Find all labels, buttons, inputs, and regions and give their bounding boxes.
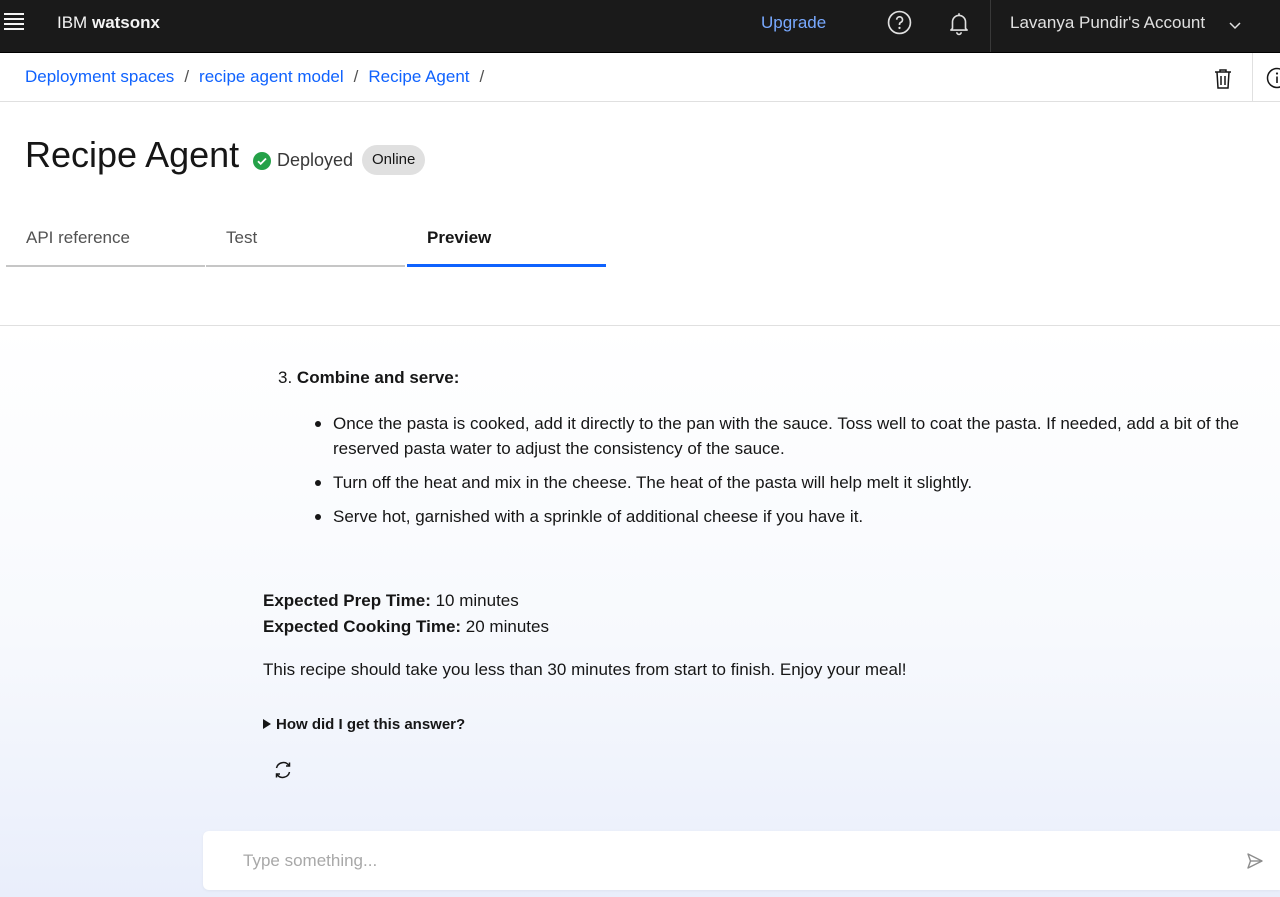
explain-answer-toggle[interactable]: How did I get this answer? (263, 716, 465, 733)
tab-label: Preview (427, 228, 492, 247)
send-icon[interactable] (1246, 852, 1264, 870)
breadcrumb-deployment-spaces[interactable]: Deployment spaces (25, 67, 174, 86)
step-heading: 3. Combine and serve: (278, 368, 459, 388)
tab-test[interactable]: Test (206, 228, 405, 267)
list-item: Turn off the heat and mix in the cheese.… (315, 470, 1265, 495)
step-number: 3. (278, 368, 293, 387)
time-summary: Expected Prep Time: 10 minutes Expected … (263, 588, 549, 640)
breadcrumb-recipe-agent-model[interactable]: recipe agent model (199, 67, 344, 86)
delete-icon[interactable] (1213, 68, 1233, 90)
cooking-time-value: 20 minutes (465, 617, 549, 636)
help-icon[interactable] (887, 10, 912, 35)
prep-time-value: 10 minutes (435, 591, 519, 610)
checkmark-filled-icon (253, 152, 271, 170)
regenerate-icon[interactable] (272, 759, 294, 781)
brand-logo[interactable]: IBM watsonx (57, 13, 160, 33)
page-title: Recipe Agent (25, 134, 240, 175)
prep-time: Expected Prep Time: 10 minutes (263, 588, 549, 614)
chat-input[interactable] (243, 831, 1203, 890)
breadcrumb: Deployment spaces / recipe agent model / Rec… (25, 67, 494, 87)
explain-answer-label: How did I get this answer? (276, 716, 466, 733)
status-tag: Online (362, 145, 426, 175)
step-title: Combine and serve: (296, 368, 460, 387)
deployment-status: Deployed (277, 150, 354, 170)
tab-preview[interactable]: Preview (407, 228, 606, 267)
top-header: IBM watsonx Upgrade Lavanya Pundir's Acc… (0, 0, 1280, 53)
toolbar-divider (1252, 53, 1253, 102)
brand-prefix: IBM (57, 13, 88, 32)
cooking-time-label: Expected Cooking Time: (263, 617, 462, 636)
chat-input-container (203, 831, 1280, 890)
breadcrumb-bar: Deployment spaces / recipe agent model / Rec… (0, 53, 1280, 102)
prep-time-label: Expected Prep Time: (263, 591, 431, 610)
notification-bell-icon[interactable] (946, 10, 972, 36)
breadcrumb-recipe-agent[interactable]: Recipe Agent (368, 67, 469, 86)
upgrade-link[interactable]: Upgrade (761, 13, 826, 33)
breadcrumb-separator: / (479, 67, 485, 86)
account-switcher[interactable]: Lavanya Pundir's Account (990, 0, 1268, 52)
chevron-down-icon (1229, 22, 1241, 30)
caret-right-icon (263, 719, 271, 729)
closing-message: This recipe should take you less than 30… (263, 660, 907, 679)
breadcrumb-separator: / (184, 67, 190, 86)
brand-name: watsonx (91, 13, 160, 32)
list-item: Once the pasta is cooked, add it directl… (315, 411, 1265, 461)
tab-label: Test (226, 228, 258, 247)
tab-label: API reference (26, 228, 130, 247)
info-icon[interactable] (1266, 67, 1280, 89)
menu-icon[interactable] (4, 13, 26, 33)
list-item: Serve hot, garnished with a sprinkle of … (315, 504, 1265, 529)
tab-api-reference[interactable]: API reference (6, 228, 205, 267)
cooking-time: Expected Cooking Time: 20 minutes (263, 614, 549, 640)
breadcrumb-separator: / (353, 67, 359, 86)
account-label: Lavanya Pundir's Account (1010, 13, 1206, 32)
step-bullet-list: Once the pasta is cooked, add it directl… (315, 411, 1265, 538)
